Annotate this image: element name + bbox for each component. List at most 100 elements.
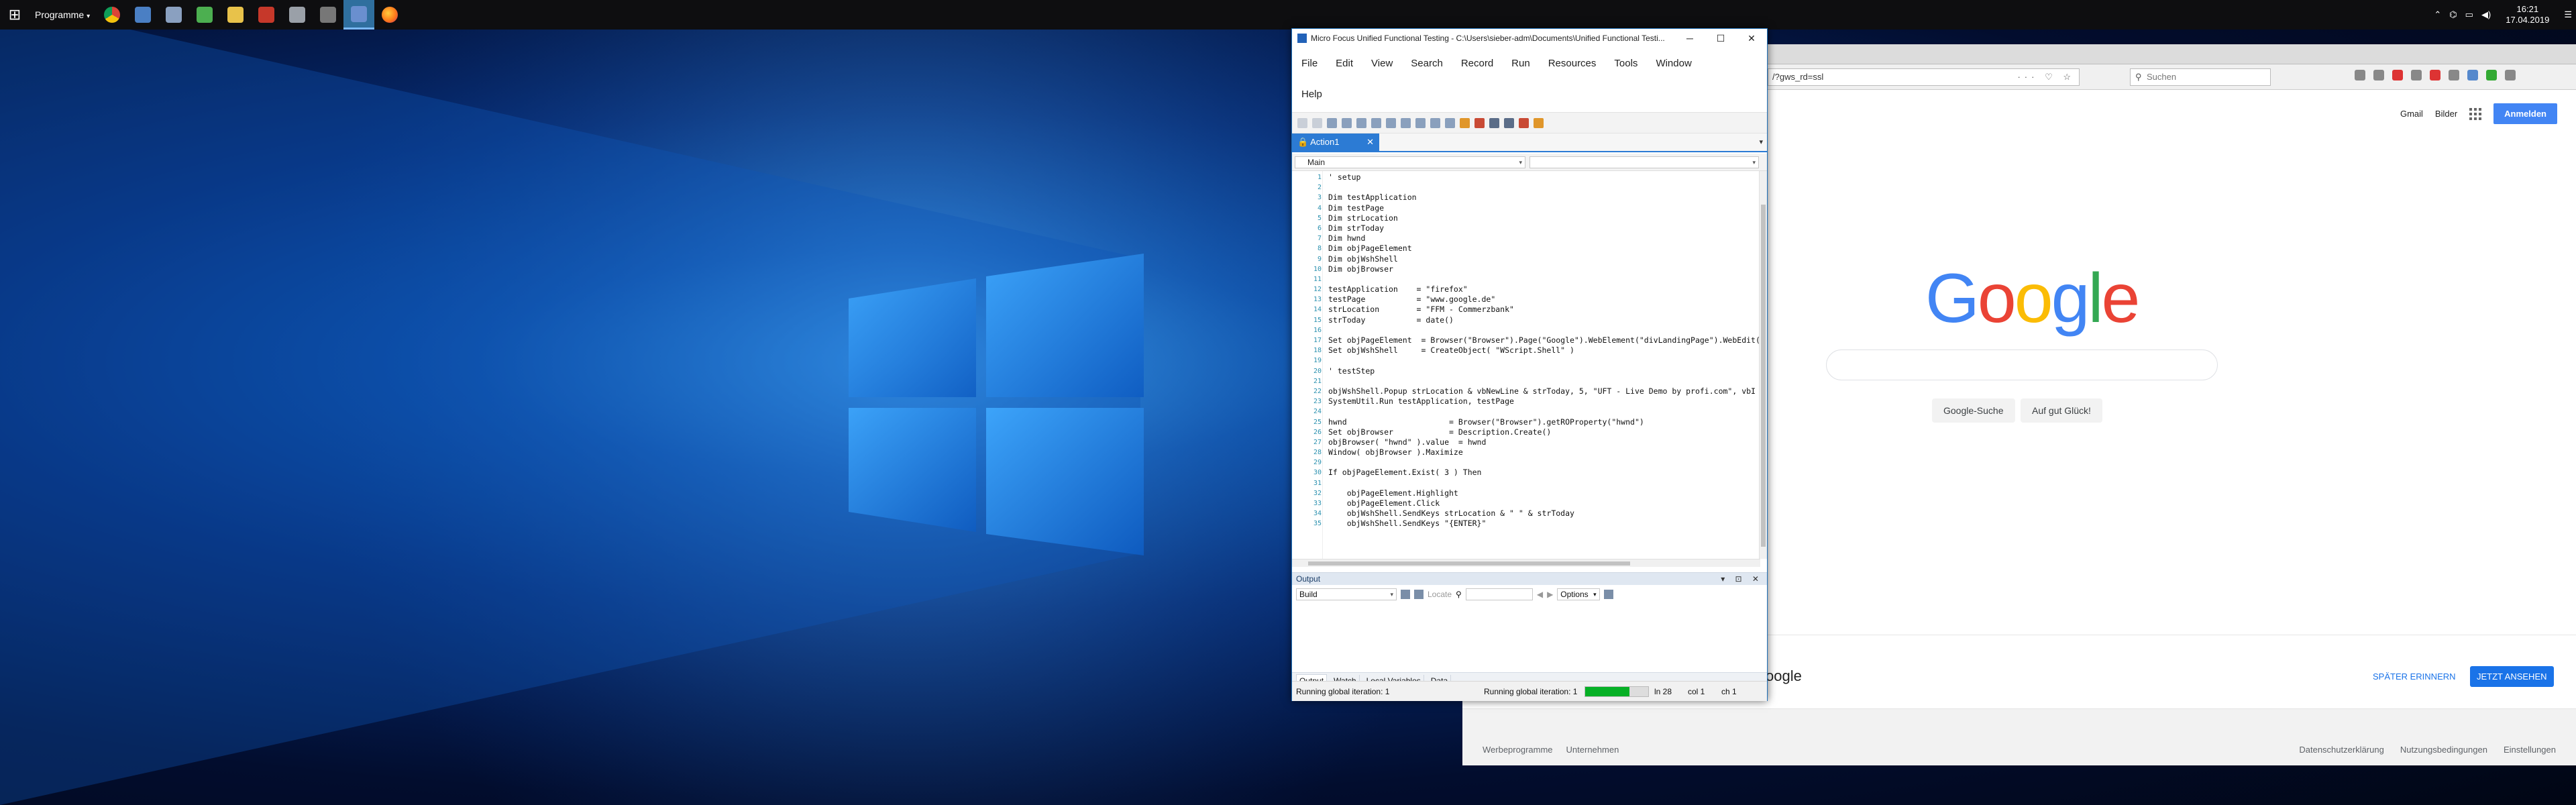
close-button[interactable]: ✕	[1736, 29, 1767, 48]
taskbar-app-connect[interactable]	[158, 0, 189, 30]
taskbar-app-network[interactable]	[127, 0, 158, 30]
google-search-input[interactable]	[1826, 350, 2218, 380]
locate-button[interactable]: Locate	[1428, 590, 1452, 599]
browser-search-input[interactable]: ⚲ Suchen	[2130, 68, 2271, 86]
extension-green-icon[interactable]	[2486, 70, 2497, 80]
clock[interactable]: 16:21 17.04.2019	[2495, 4, 2560, 25]
menu-record[interactable]: Record	[1461, 58, 1493, 69]
url-bar[interactable]: /?gws_rd=ssl ··· ♡ ☆	[1768, 68, 2080, 86]
action-selector[interactable]: Main ▾	[1295, 156, 1525, 168]
taskbar-app-tool[interactable]	[282, 0, 313, 30]
gmail-link[interactable]: Gmail	[2400, 109, 2423, 119]
next-icon[interactable]: ▶	[1547, 590, 1553, 599]
sidebar-icon[interactable]	[2373, 70, 2384, 80]
extension-red-icon[interactable]	[2392, 70, 2403, 80]
minimize-button[interactable]: ─	[1674, 29, 1705, 48]
menu-edit[interactable]: Edit	[1336, 58, 1353, 69]
menu-run[interactable]: Run	[1511, 58, 1530, 69]
programs-menu[interactable]: Programme ▾	[30, 0, 97, 30]
tab-list-icon[interactable]: ▾	[1759, 138, 1763, 146]
library-icon[interactable]	[2355, 70, 2365, 80]
taskbar-app-explorer[interactable]	[220, 0, 251, 30]
code-text: strLocation = "FFM - Commerzbank"	[1328, 305, 1514, 315]
new-icon[interactable]	[1297, 117, 1307, 128]
footer-link-ads[interactable]: Werbeprogramme	[1483, 745, 1553, 755]
output-search-input[interactable]	[1465, 588, 1533, 600]
footer-link-company[interactable]: Unternehmen	[1566, 745, 1619, 755]
prev-icon[interactable]: ◀	[1537, 590, 1543, 599]
steps-icon[interactable]	[1401, 117, 1411, 128]
editor-vertical-scrollbar[interactable]	[1759, 171, 1767, 559]
breakpoint-icon[interactable]	[1519, 117, 1529, 128]
maximize-button[interactable]: ☐	[1705, 29, 1736, 48]
tab-close-icon[interactable]: ✕	[1366, 133, 1374, 151]
code-line: 16	[1292, 325, 1759, 335]
taskbar-app-notes[interactable]	[189, 0, 220, 30]
taskbar-app-uft[interactable]	[343, 0, 375, 30]
menu-icon[interactable]	[2505, 70, 2516, 80]
tab-action1[interactable]: 🔒 Action1 ✕	[1292, 133, 1379, 151]
output-panel-controls[interactable]: ▾ ⊡ ✕	[1721, 573, 1763, 585]
notifications-icon[interactable]: ☰	[2560, 9, 2576, 20]
menu-search[interactable]: Search	[1411, 58, 1443, 69]
output-source-dropdown[interactable]: Build ▾	[1296, 588, 1397, 600]
remind-later-link[interactable]: SPÄTER ERINNERN	[2373, 672, 2456, 682]
login-button[interactable]: Anmelden	[2493, 103, 2557, 124]
menu-window[interactable]: Window	[1656, 58, 1691, 69]
url-actions[interactable]: ··· ♡ ☆	[2017, 69, 2075, 85]
indent-icon[interactable]	[1371, 117, 1381, 128]
clear-icon[interactable]	[1401, 590, 1410, 599]
save-icon[interactable]	[1327, 117, 1337, 128]
debug-icon[interactable]	[1504, 117, 1514, 128]
images-link[interactable]: Bilder	[2435, 109, 2457, 119]
editor-horizontal-scrollbar[interactable]	[1292, 559, 1760, 567]
function-selector[interactable]: ▾	[1529, 156, 1759, 168]
menu-file[interactable]: File	[1301, 58, 1318, 69]
menu-resources[interactable]: Resources	[1548, 58, 1597, 69]
taskbar-app-firefox[interactable]	[374, 0, 405, 30]
extension-badge-icon[interactable]	[2430, 70, 2440, 80]
footer-link-settings[interactable]: Einstellungen	[2504, 745, 2556, 755]
network-tray-icon[interactable]: ⌬	[2445, 9, 2461, 20]
copy-icon[interactable]	[1414, 590, 1424, 599]
footer-link-terms[interactable]: Nutzungsbedingungen	[2400, 745, 2487, 755]
google-search-button[interactable]: Google-Suche	[1932, 398, 2015, 423]
tray-chevron-icon[interactable]: ⌃	[2430, 9, 2445, 20]
taskbar-app-pen[interactable]	[313, 0, 343, 30]
taskbar-app-presentation[interactable]	[251, 0, 282, 30]
review-now-button[interactable]: JETZT ANSEHEN	[2470, 666, 2554, 687]
apps-grid-icon[interactable]	[2469, 107, 2482, 120]
output-content[interactable]	[1292, 604, 1767, 674]
outdent-icon[interactable]	[1386, 117, 1396, 128]
open-icon[interactable]	[1312, 117, 1322, 128]
start-button[interactable]: ⊞	[0, 0, 30, 30]
line-number: 8	[1317, 245, 1322, 253]
code-editor[interactable]: 1 ' setup 2 3 Dim testApplication 4 Dim testPa…	[1292, 171, 1759, 559]
save-all-icon[interactable]	[1342, 117, 1352, 128]
checkpoint-icon[interactable]	[1445, 117, 1455, 128]
code-text: objWshShell.SendKeys strLocation & " " &…	[1328, 508, 1574, 519]
run-icon[interactable]	[1489, 117, 1499, 128]
list-icon[interactable]	[1356, 117, 1366, 128]
export-icon[interactable]	[1603, 590, 1613, 599]
line-number: 34	[1313, 510, 1322, 518]
stop-icon[interactable]	[1474, 117, 1485, 128]
menu-view[interactable]: View	[1371, 58, 1393, 69]
menu-help[interactable]: Help	[1301, 89, 1322, 100]
uft-titlebar[interactable]: Micro Focus Unified Functional Testing -…	[1292, 29, 1767, 48]
record-icon[interactable]	[1460, 117, 1470, 128]
extension-icon[interactable]	[2449, 70, 2459, 80]
spy-icon[interactable]	[1534, 117, 1544, 128]
battery-icon[interactable]: ▭	[2461, 9, 2477, 20]
screenshot-icon[interactable]	[2411, 70, 2422, 80]
lucky-button[interactable]: Auf gut Glück!	[2021, 398, 2102, 423]
footer-link-privacy[interactable]: Datenschutzerklärung	[2299, 745, 2383, 755]
options-dropdown[interactable]: Options ▾	[1557, 588, 1600, 600]
volume-icon[interactable]: ◀)	[2477, 9, 2495, 20]
sync-icon[interactable]	[2467, 70, 2478, 80]
properties-icon[interactable]	[1430, 117, 1440, 128]
menu-tools[interactable]: Tools	[1614, 58, 1638, 69]
taskbar-app-chrome[interactable]	[97, 0, 127, 30]
object-repository-icon[interactable]	[1415, 117, 1426, 128]
notes-icon	[197, 7, 213, 23]
